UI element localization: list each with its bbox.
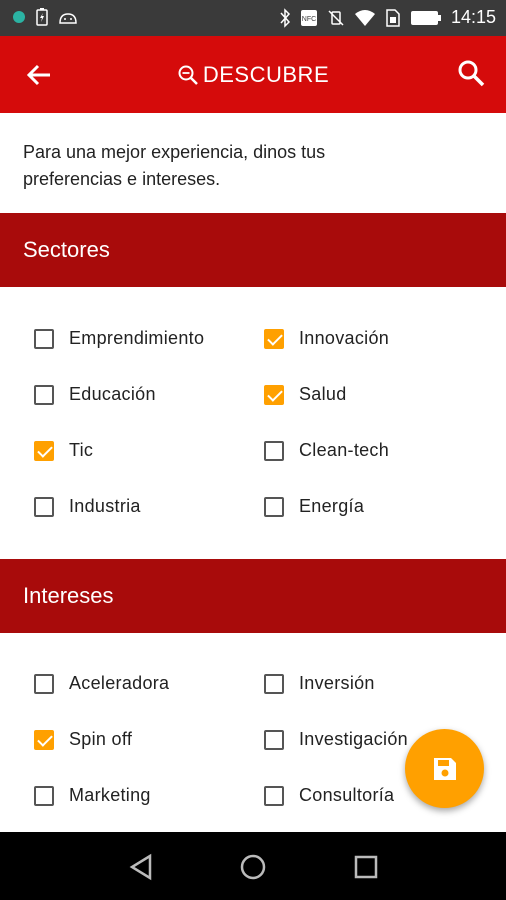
system-nav-bar [0, 832, 506, 900]
back-triangle-icon[interactable] [126, 852, 156, 882]
checkbox-box[interactable] [264, 729, 284, 750]
checkbox-label: Emprendimiento [69, 328, 205, 348]
page-title: DESCUBRE [202, 61, 330, 87]
checkbox-interes[interactable]: Spin off [34, 729, 132, 750]
checkbox-sector[interactable]: Tic [34, 440, 93, 461]
section-header-sectores: Sectores [0, 213, 506, 287]
save-icon [433, 757, 456, 780]
checkbox-sector[interactable]: Innovación [264, 328, 389, 349]
nfc-icon: NFC [300, 9, 317, 26]
checkbox-label: Salud [299, 384, 347, 404]
status-left-icons [12, 8, 78, 26]
checkbox-box[interactable] [34, 673, 54, 694]
globe-icon [13, 11, 25, 23]
checkbox-label: Investigación [299, 729, 408, 749]
status-right-icons: NFC 14:15 [279, 7, 496, 28]
checkbox-box[interactable] [34, 785, 54, 806]
save-button[interactable] [405, 729, 484, 808]
checkbox-interes[interactable]: Marketing [34, 785, 151, 806]
app-bar-title-group: DESCUBRE [0, 36, 506, 113]
battery-charging-icon [36, 8, 48, 26]
bluetooth-icon [280, 7, 290, 28]
checkbox-interes[interactable]: Inversión [264, 673, 375, 694]
sim-card-icon [386, 8, 400, 27]
checkbox-sector[interactable]: Emprendimiento [34, 328, 204, 349]
checkbox-label: Spin off [69, 729, 133, 749]
battery-icon [410, 10, 441, 25]
checkbox-interes[interactable]: Investigación [264, 729, 408, 750]
checkbox-label: Innovación [299, 328, 390, 348]
checkbox-label: Educación [69, 384, 156, 404]
checkbox-sector[interactable]: Educación [34, 384, 156, 405]
checkbox-label: Inversión [299, 673, 375, 693]
checkbox-box[interactable] [34, 496, 54, 517]
checkbox-box[interactable] [34, 729, 54, 750]
section-header-intereses: Intereses [0, 559, 506, 633]
checkbox-box[interactable] [264, 440, 284, 461]
checkbox-interes[interactable]: Aceleradora [34, 673, 169, 694]
checkbox-box[interactable] [264, 384, 284, 405]
checkbox-box[interactable] [264, 673, 284, 694]
checkbox-interes[interactable]: Consultoría [264, 785, 394, 806]
checkbox-box[interactable] [34, 440, 54, 461]
checkbox-label: Clean-tech [299, 440, 390, 460]
checkbox-box[interactable] [264, 785, 284, 806]
checkbox-label: Marketing [69, 785, 151, 805]
checkbox-label: Consultoría [299, 785, 395, 805]
intro-line-2: preferencias e intereses. [23, 169, 221, 189]
vibrate-off-icon [328, 9, 344, 26]
wifi-icon [354, 9, 375, 26]
android-debug-icon [59, 13, 77, 24]
checkbox-sector[interactable]: Clean-tech [264, 440, 389, 461]
app-bar: DESCUBRE [0, 36, 506, 113]
search-icon[interactable] [456, 58, 486, 88]
checkbox-sector[interactable]: Industria [34, 496, 141, 517]
checkbox-label: Tic [69, 440, 94, 460]
checkbox-box[interactable] [264, 496, 284, 517]
checkbox-label: Aceleradora [69, 673, 170, 693]
home-circle-icon[interactable] [238, 852, 268, 882]
intro-line-1: Para una mejor experiencia, dinos tus [23, 142, 326, 162]
intro-text: Para una mejor experiencia, dinos tus pr… [23, 139, 483, 193]
svg-text:NFC: NFC [302, 16, 316, 23]
checkbox-sector[interactable]: Energía [264, 496, 364, 517]
checkbox-box[interactable] [34, 328, 54, 349]
status-bar: NFC 14:15 [0, 0, 506, 36]
section-title-intereses: Intereses [23, 583, 114, 608]
section-title-sectores: Sectores [23, 237, 110, 262]
checkbox-sector[interactable]: Salud [264, 384, 347, 405]
checkbox-label: Industria [69, 496, 141, 516]
checkbox-box[interactable] [34, 384, 54, 405]
recents-square-icon[interactable] [351, 852, 381, 882]
checkbox-box[interactable] [264, 328, 284, 349]
checkbox-label: Energía [299, 496, 365, 516]
discover-search-icon [178, 65, 198, 85]
status-time: 14:15 [450, 7, 496, 27]
